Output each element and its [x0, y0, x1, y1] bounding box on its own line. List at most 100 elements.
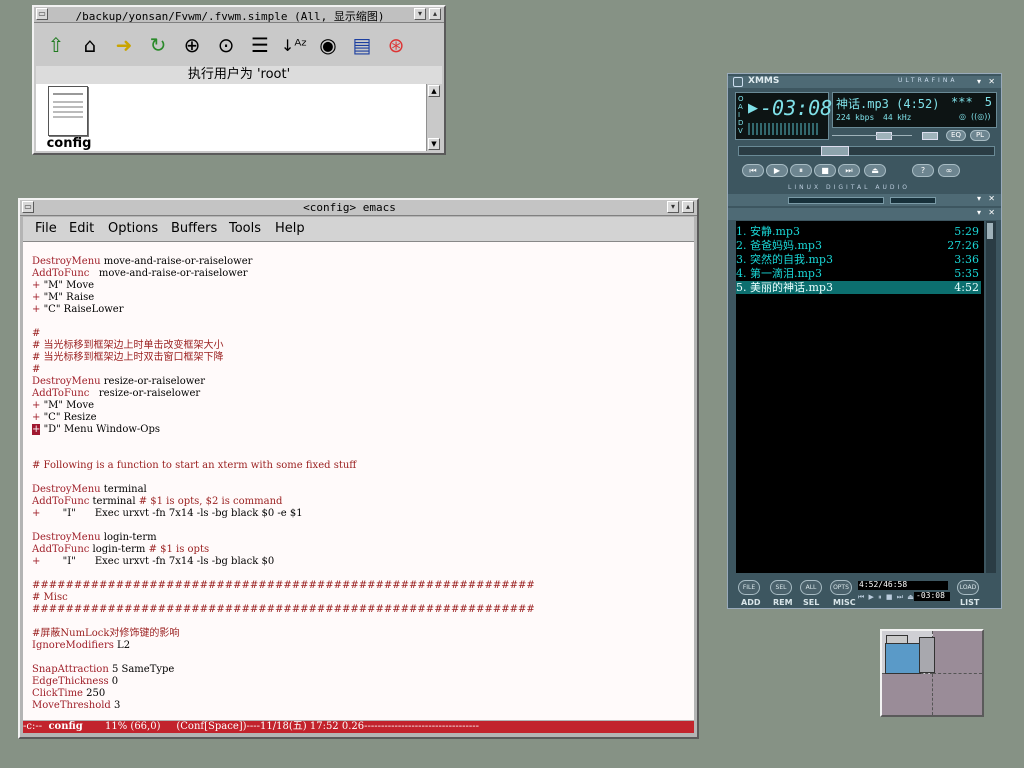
help-icon[interactable]: ⊛ — [382, 31, 410, 59]
pager-desk-bottom-right[interactable] — [933, 674, 982, 715]
playlist-item[interactable]: 1. 安静.mp3 5:29 — [736, 225, 981, 238]
menu-help[interactable]: Help — [275, 221, 305, 236]
balance-slider[interactable] — [914, 130, 944, 140]
close-button[interactable]: ✕ — [988, 208, 995, 217]
code-line: # 当光标移到框架边上时双击窗口框架下降 — [32, 352, 224, 364]
previous-button[interactable]: ⏮ — [742, 164, 764, 177]
track-title[interactable]: 神话.mp3 (4:52) — [836, 95, 939, 112]
pause-button[interactable]: ⏸ — [790, 164, 812, 177]
xmms-menu-icon[interactable] — [733, 77, 743, 87]
menu-buffers[interactable]: Buffers — [171, 221, 217, 236]
eq-slider-right[interactable] — [890, 197, 936, 204]
xmms-titlebar[interactable]: XMMS ULTRAFINA ▾ ✕ — [728, 76, 1001, 88]
status-letter[interactable]: I — [738, 111, 744, 119]
home-icon[interactable]: ⌂ — [76, 31, 104, 59]
scroll-down-button[interactable]: ▼ — [428, 138, 440, 150]
spectrum-analyzer[interactable] — [748, 123, 820, 135]
code-token: move-and-raise-or-raiselower — [89, 268, 248, 279]
close-button[interactable]: ✕ — [988, 77, 995, 86]
status-letter[interactable]: O — [738, 95, 744, 103]
repeat-button[interactable]: ∞ — [938, 164, 960, 177]
eq-button[interactable]: EQ — [946, 130, 966, 141]
file-item[interactable]: config — [42, 86, 96, 152]
code-token: # 当光标移到框架边上时单击改变框架大小 — [32, 340, 224, 351]
playlist-item-time: 4:52 — [954, 281, 979, 294]
next-button[interactable]: ⏭ — [838, 164, 860, 177]
shade-button[interactable]: ▾ — [977, 77, 981, 86]
playlist-list-button[interactable]: LOAD — [957, 580, 979, 595]
play-button[interactable]: ▶ — [766, 164, 788, 177]
pager-window-xmms[interactable] — [919, 637, 935, 673]
shuffle-button[interactable]: ? — [912, 164, 934, 177]
elapsed-time[interactable]: -03:08 — [760, 96, 832, 120]
status-letter[interactable]: A — [738, 103, 744, 111]
modeline-status: 11% (66,0) (Conf[Space])----11/18(五) 17:… — [82, 721, 479, 732]
zoom-fit-icon[interactable]: ⊙ — [212, 31, 240, 59]
minimize-button[interactable]: ▾ — [667, 201, 679, 213]
eject-button[interactable]: ⏏ — [864, 164, 886, 177]
playlist-scroll-handle[interactable] — [987, 223, 993, 239]
seek-handle[interactable] — [821, 146, 849, 156]
maximize-button[interactable]: ▴ — [429, 8, 441, 20]
menu-file[interactable]: File — [35, 221, 57, 236]
fvwm-pager[interactable] — [880, 629, 984, 717]
playlist-time: 4:52/46:58 — [858, 580, 948, 590]
code-token: move-and-raise-or-raiselower — [100, 256, 253, 267]
emacs-editor-buffer[interactable]: DestroyMenu move-and-raise-or-raiselower… — [23, 242, 694, 720]
goto-icon[interactable]: ➜ — [110, 31, 138, 59]
seek-bar[interactable] — [738, 146, 995, 156]
code-token: "I" Exec urxvt -fn 7x14 -ls -bg black $0… — [40, 508, 303, 519]
playlist-button-label: REM — [773, 598, 793, 607]
eye-icon[interactable]: ◉ — [314, 31, 342, 59]
minimize-button[interactable]: ▾ — [414, 8, 426, 20]
list-view-icon[interactable]: ☰ — [246, 31, 274, 59]
menu-edit[interactable]: Edit — [69, 221, 94, 236]
playlist-item-title: 5. 美丽的神话.mp3 — [736, 281, 833, 294]
status-letter[interactable]: D — [738, 119, 744, 127]
playlist-scrollbar[interactable] — [986, 221, 996, 573]
file-manager-window: ▭ /backup/yonsan/Fvwm/.fvwm.simple (All,… — [32, 5, 446, 155]
volume-slider[interactable] — [832, 130, 912, 140]
playlist-item-time: 5:29 — [954, 225, 979, 238]
menu-options[interactable]: Options — [108, 221, 158, 236]
xmms-eq-bar[interactable]: ▾ ✕ — [728, 194, 1001, 206]
up-icon[interactable]: ⇧ — [42, 31, 70, 59]
maximize-button[interactable]: ▴ — [682, 201, 694, 213]
fm-scrollbar[interactable]: ▲ ▼ — [426, 84, 442, 151]
window-menu-button[interactable]: ▭ — [22, 201, 34, 213]
playlist-item[interactable]: 3. 突然的自我.mp3 3:36 — [736, 253, 981, 266]
playlist-item[interactable]: 4. 第一滴泪.mp3 5:35 — [736, 267, 981, 280]
shade-button[interactable]: ▾ — [977, 194, 981, 203]
playlist-item[interactable]: 2. 爸爸妈妈.mp3 27:26 — [736, 239, 981, 252]
playlist-item[interactable]: 5. 美丽的神话.mp3 4:52 — [736, 281, 981, 294]
playlist-area[interactable]: 1. 安静.mp3 5:29 2. 爸爸妈妈.mp3 27:26 3. 突然的自我.mp… — [736, 221, 984, 573]
window-menu-button[interactable]: ▭ — [36, 8, 48, 20]
xmms-playlist-bar[interactable]: ▾ ✕ — [728, 208, 1001, 220]
refresh-icon[interactable]: ↻ — [144, 31, 172, 59]
playlist-add-button[interactable]: FILE — [738, 580, 760, 595]
shade-button[interactable]: ▾ — [977, 208, 981, 217]
pager-desk-bottom-left[interactable] — [882, 674, 933, 715]
details-icon[interactable]: ▤ — [348, 31, 376, 59]
code-line: AddToFunc terminal # $1 is opts, $2 is c… — [32, 496, 282, 508]
kbps-label: kbps — [855, 113, 875, 122]
menu-tools[interactable]: Tools — [229, 221, 261, 236]
playlist-misc-button[interactable]: OPTS — [830, 580, 852, 595]
sort-icon[interactable]: ↓ᴬᶻ — [280, 31, 308, 59]
file-manager-titlebar[interactable]: ▭ /backup/yonsan/Fvwm/.fvwm.simple (All,… — [34, 7, 444, 23]
zoom-in-icon[interactable]: ⊕ — [178, 31, 206, 59]
code-line: DestroyMenu terminal — [32, 484, 147, 496]
emacs-titlebar[interactable]: ▭ <config> emacs ▾ ▴ — [20, 200, 697, 216]
close-button[interactable]: ✕ — [988, 194, 995, 203]
stop-button[interactable]: ■ — [814, 164, 836, 177]
code-token: "M" Raise — [40, 292, 95, 303]
mini-transport[interactable]: ⏮ ▶ ⏸ ■ ⏭ ⏏ — [858, 593, 915, 602]
eq-slider-left[interactable] — [788, 197, 884, 204]
pager-window-emacs[interactable] — [885, 643, 921, 674]
playlist-rem-button[interactable]: SEL — [770, 580, 792, 595]
playlist-sel-button[interactable]: ALL — [800, 580, 822, 595]
scroll-up-button[interactable]: ▲ — [428, 85, 440, 97]
pl-button[interactable]: PL — [970, 130, 990, 141]
pager-desk-top-right[interactable] — [933, 631, 982, 674]
status-letter[interactable]: V — [738, 127, 744, 135]
